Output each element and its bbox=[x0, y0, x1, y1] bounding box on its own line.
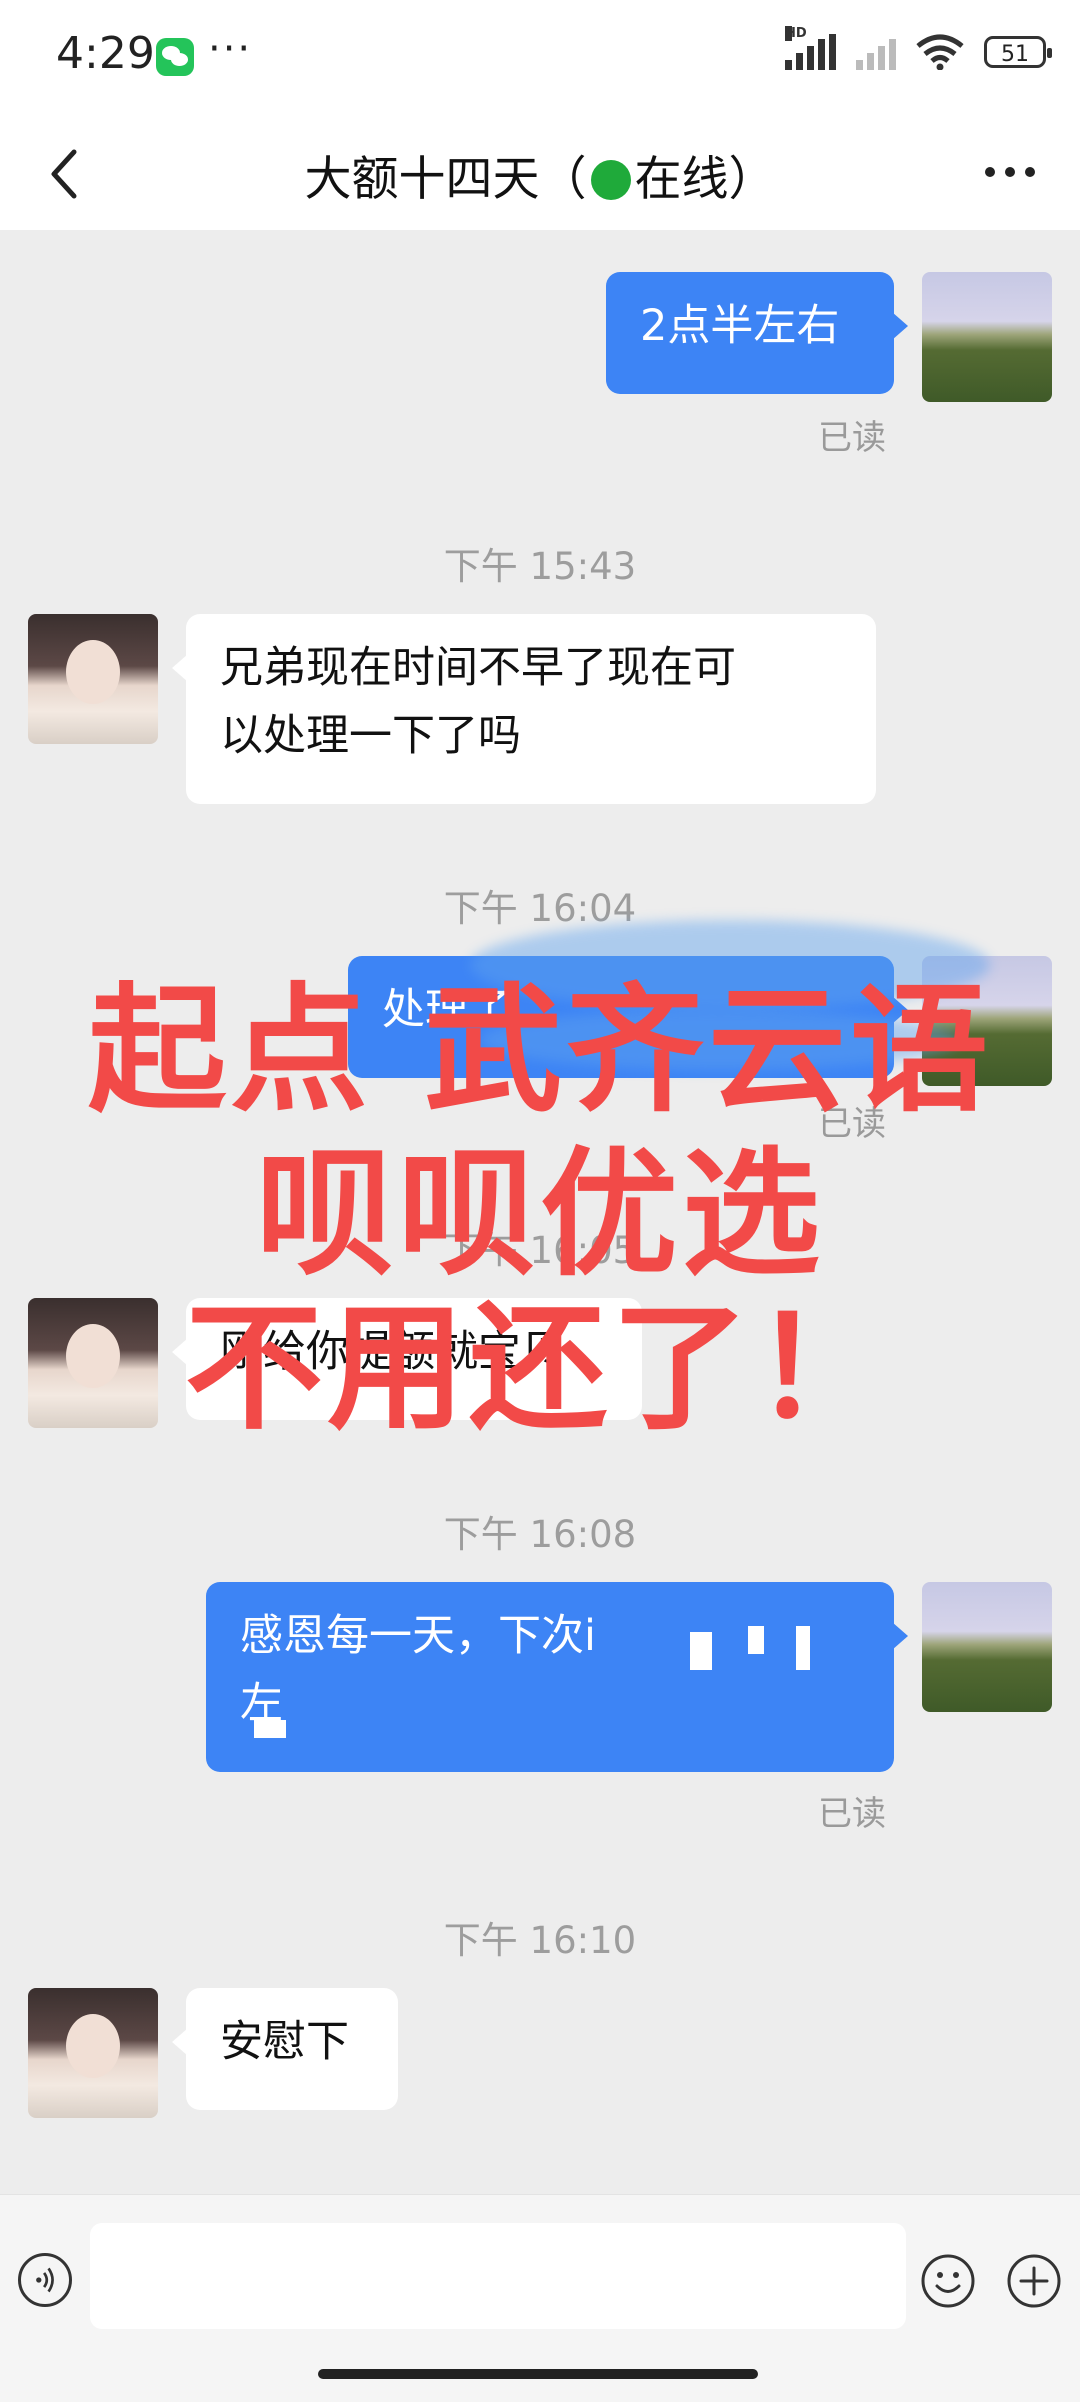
cellular-signal-icon: HD bbox=[785, 26, 836, 70]
outgoing-message-bubble[interactable]: 感恩每一天，下次i 左 bbox=[206, 1582, 908, 1772]
more-icon[interactable] bbox=[980, 152, 1040, 192]
outgoing-message-bubble[interactable]: 2点半左右 bbox=[606, 272, 908, 394]
chat-title: 大额十四天（ 在线） bbox=[0, 140, 1080, 209]
message-timestamp: 下午 15:43 bbox=[443, 545, 637, 588]
contact-avatar[interactable] bbox=[28, 1988, 158, 2118]
battery-icon: 51 bbox=[984, 36, 1052, 68]
status-icons: HD 51 bbox=[785, 26, 1052, 70]
self-avatar[interactable] bbox=[922, 1582, 1052, 1712]
voice-icon[interactable] bbox=[18, 2253, 72, 2307]
chat-header: 大额十四天（ 在线） bbox=[0, 118, 1080, 230]
read-receipt: 已读 bbox=[818, 418, 886, 458]
censor-pixel bbox=[748, 1626, 764, 1654]
home-indicator[interactable] bbox=[318, 2369, 758, 2379]
cellular-signal-2-icon bbox=[856, 34, 896, 70]
censor-pixel bbox=[254, 1720, 286, 1738]
message-text: 安慰下 bbox=[220, 2017, 349, 2067]
message-timestamp: 下午 16:10 bbox=[443, 1919, 637, 1962]
wechat-notification-icon bbox=[156, 38, 194, 76]
message-text-line: 左 bbox=[240, 1679, 283, 1729]
censor-pixel bbox=[796, 1626, 810, 1670]
chat-title-name: 大额十四天（ bbox=[304, 152, 587, 207]
contact-avatar[interactable] bbox=[28, 614, 158, 744]
self-avatar[interactable] bbox=[922, 272, 1052, 402]
status-time: 4:29 bbox=[56, 28, 155, 79]
status-bar: 4:29 ··· HD 51 bbox=[0, 0, 1080, 118]
plus-icon[interactable] bbox=[1006, 2253, 1062, 2309]
message-timestamp: 下午 16:08 bbox=[443, 1513, 637, 1556]
message-text-line: 以处理一下了吗 bbox=[220, 711, 521, 761]
message-input-bar bbox=[0, 2194, 1080, 2402]
status-more-dots: ··· bbox=[208, 26, 253, 72]
emoji-icon[interactable] bbox=[920, 2253, 976, 2309]
hd-label: HD bbox=[785, 26, 807, 41]
chat-message-list[interactable]: 2点半左右 已读 下午 15:43 兄弟现在时间不早了现在可 以处理一下了吗 下… bbox=[0, 230, 1080, 2194]
wifi-icon bbox=[916, 34, 964, 70]
incoming-message-bubble[interactable]: 兄弟现在时间不早了现在可 以处理一下了吗 bbox=[172, 614, 876, 804]
message-text-line: 兄弟现在时间不早了现在可 bbox=[220, 643, 736, 693]
message-timestamp: 下午 16:04 bbox=[443, 887, 637, 930]
watermark-line-3: 不用还了！ bbox=[184, 1288, 895, 1449]
online-status-icon bbox=[590, 160, 631, 200]
chat-title-status: 在线） bbox=[634, 152, 776, 207]
censor-pixel bbox=[690, 1632, 712, 1670]
message-text: 2点半左右 bbox=[640, 301, 840, 351]
read-receipt: 已读 bbox=[818, 1794, 886, 1834]
message-text-line: 感恩每一天，下次i bbox=[240, 1611, 596, 1661]
incoming-message-bubble[interactable]: 安慰下 bbox=[172, 1988, 398, 2110]
message-input[interactable] bbox=[90, 2223, 906, 2329]
